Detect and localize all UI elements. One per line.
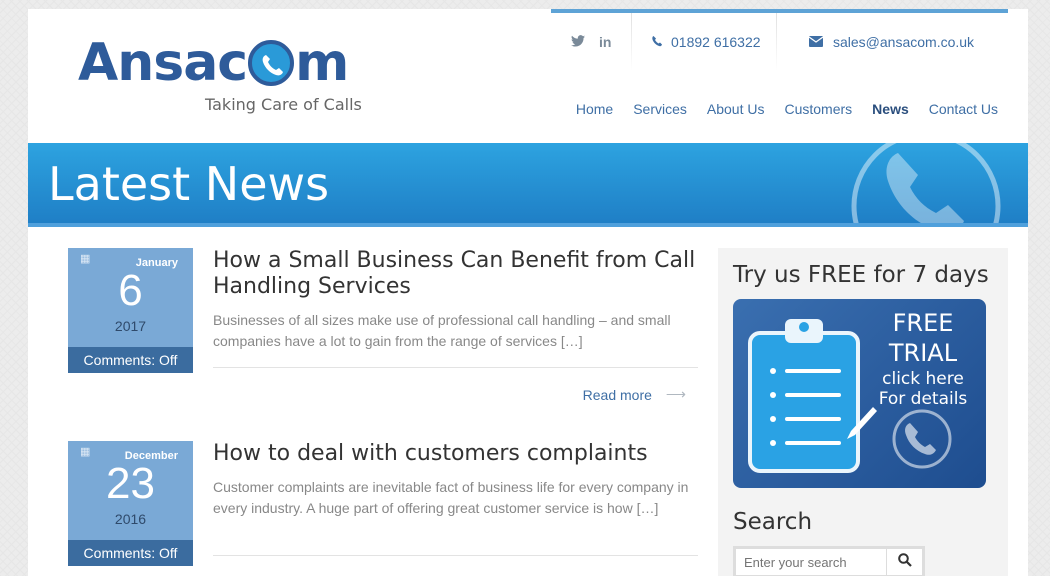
promo-details: For details [878, 389, 968, 409]
nav-customers[interactable]: Customers [784, 101, 852, 117]
sidebar: Try us FREE for 7 days FREE TRIAL click … [718, 248, 1008, 576]
tagline: Taking Care of Calls [205, 95, 362, 114]
nav-services[interactable]: Services [633, 101, 687, 117]
phone-contact[interactable]: 01892 616322 [651, 13, 761, 71]
post-title[interactable]: How to deal with customers complaints [213, 441, 698, 467]
comments-status: Comments: Off [68, 347, 193, 373]
search-heading: Search [733, 509, 813, 535]
post-year: 2016 [114, 511, 147, 527]
page-banner: Latest News [28, 143, 1028, 227]
comments-status: Comments: Off [68, 540, 193, 566]
search-input[interactable] [736, 549, 886, 575]
search-icon [897, 552, 912, 572]
news-post: ▦ January 6 2017 Comments: Off How a Sma… [68, 248, 698, 428]
phone-watermark-icon [851, 143, 1001, 223]
page: Ansac m Taking Care of Calls in 01892 616… [28, 9, 1028, 576]
divider [631, 13, 632, 71]
nav-home[interactable]: Home [576, 101, 613, 117]
post-excerpt: Customer complaints are inevitable fact … [213, 479, 689, 516]
search-button[interactable] [886, 549, 922, 575]
logo-wordmark: Ansac m [78, 33, 349, 93]
social-links: in [571, 13, 611, 71]
linkedin-icon[interactable]: in [599, 34, 611, 50]
news-post: ▦ December 23 2016 Comments: Off How to … [68, 441, 698, 576]
divider [213, 555, 698, 556]
phone-number: 01892 616322 [671, 34, 761, 50]
main-nav: Home Services About Us Customers News Co… [576, 101, 998, 117]
free-trial-banner[interactable]: FREE TRIAL click here For details [733, 299, 986, 488]
date-box: ▦ January 6 2017 Comments: Off [68, 248, 193, 373]
promo-click-here: click here [882, 369, 964, 389]
post-excerpt: Businesses of all sizes make use of prof… [213, 312, 671, 349]
email-contact[interactable]: sales@ansacom.co.uk [808, 13, 975, 71]
envelope-icon [808, 34, 824, 50]
read-more-label: Read more [582, 386, 652, 403]
contact-bar: in 01892 616322 sales@ansacom.co.uk [551, 9, 1008, 71]
calendar-icon: ▦ [80, 253, 91, 265]
arrow-right-icon: ⟶ [665, 386, 686, 402]
calendar-icon: ▦ [80, 446, 91, 458]
twitter-icon[interactable] [571, 34, 585, 50]
logo[interactable]: Ansac m Taking Care of Calls [78, 33, 378, 123]
search-box [733, 546, 925, 576]
email-address: sales@ansacom.co.uk [833, 34, 975, 50]
phone-logo-icon [248, 40, 295, 86]
post-day: 6 [118, 266, 143, 315]
read-more-link[interactable]: Read more ⟶ [583, 386, 686, 403]
divider [213, 367, 698, 368]
nav-about-us[interactable]: About Us [707, 101, 765, 117]
promo-free: FREE [892, 309, 954, 337]
nav-news[interactable]: News [872, 101, 909, 117]
post-day: 23 [106, 459, 155, 508]
post-year: 2017 [114, 318, 147, 334]
divider [776, 13, 777, 71]
date-box: ▦ December 23 2016 Comments: Off [68, 441, 193, 566]
trial-heading: Try us FREE for 7 days [733, 262, 989, 288]
phone-icon [651, 34, 663, 50]
page-title: Latest News [48, 157, 330, 211]
post-title[interactable]: How a Small Business Can Benefit from Ca… [213, 248, 698, 300]
nav-contact-us[interactable]: Contact Us [929, 101, 998, 117]
promo-trial: TRIAL [888, 339, 958, 367]
